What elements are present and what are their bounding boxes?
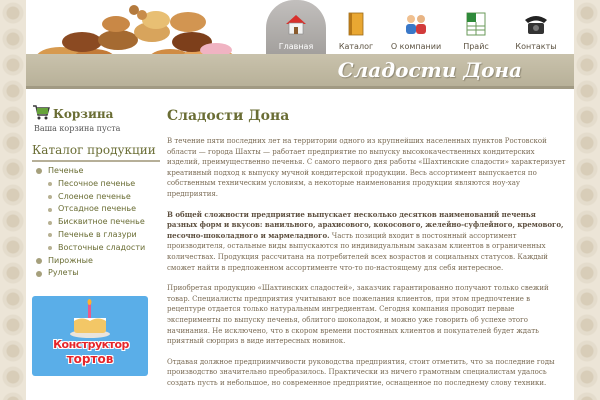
promo-line-1: Конструктор <box>53 338 129 351</box>
background-pattern-left <box>0 0 26 400</box>
paragraph: Приобретая продукцию «Шахтинских сладост… <box>167 284 549 346</box>
cake-constructor-banner[interactable]: Конструктор тортов <box>32 296 148 376</box>
book-icon <box>342 10 370 38</box>
menu-item-puff[interactable]: Слоеное печенье <box>32 191 160 204</box>
nav-label: Каталог <box>338 42 374 51</box>
nav-catalog[interactable]: Каталог <box>326 0 386 54</box>
nav-price[interactable]: Прайс <box>446 0 506 54</box>
cart-title: Корзина <box>53 107 114 121</box>
paragraph: В течение пяти последних лет на территор… <box>167 137 566 198</box>
menu-item-sponge[interactable]: Бисквитное печенье <box>32 216 160 229</box>
menu-item-pastries[interactable]: Пирожные <box>32 255 160 268</box>
nav-label: Прайс <box>463 42 489 51</box>
home-icon <box>282 10 310 38</box>
nav-label: О компании <box>390 42 442 51</box>
header: Главная Каталог О компании Прайс Контакт… <box>26 0 574 92</box>
main-content: Сладости Дона В течение пяти последних л… <box>167 108 567 398</box>
cart-heading[interactable]: Корзина <box>32 104 160 124</box>
nav-label: Главная <box>278 42 314 51</box>
page: Главная Каталог О компании Прайс Контакт… <box>26 0 574 400</box>
menu-item-label: Восточные сладости <box>58 242 146 252</box>
paragraph: Отдавая должное предприимчивости руковод… <box>167 357 555 387</box>
menu-item-rolls[interactable]: Рулеты <box>32 267 160 280</box>
menu-item-label: Бисквитное печенье <box>58 217 145 227</box>
cart-status: Ваша корзина пуста <box>34 124 121 133</box>
bullet-icon <box>36 257 42 264</box>
menu-item-label: Печенье <box>48 166 84 175</box>
bullet-icon <box>48 182 52 187</box>
menu-item-glazed[interactable]: Печенье в глазури <box>32 229 160 242</box>
bullet-icon <box>48 207 52 212</box>
nav-about[interactable]: О компании <box>386 0 446 54</box>
menu-item-oriental[interactable]: Восточные сладости <box>32 242 160 255</box>
sidebar: Корзина Ваша корзина пуста Каталог проду… <box>32 104 160 280</box>
people-icon <box>402 10 430 38</box>
cake-icon <box>70 299 110 338</box>
promo-line-2: тортов <box>66 352 114 366</box>
cart-icon <box>32 104 50 124</box>
nav-home[interactable]: Главная <box>266 0 326 54</box>
menu-item-label: Печенье в глазури <box>58 229 137 239</box>
title-banner: Сладости Дона <box>26 54 574 86</box>
site-title: Сладости Дона <box>337 58 522 82</box>
paragraph: В общей сложности предприятие выпускает … <box>167 210 567 274</box>
background-pattern-right <box>574 0 600 400</box>
bullet-icon <box>48 194 52 199</box>
bullet-icon <box>48 246 52 251</box>
catalog-menu: Печенье Песочное печенье Слоеное печенье… <box>32 165 160 280</box>
bullet-icon <box>48 220 52 225</box>
menu-item-label: Отсадное печенье <box>58 204 137 214</box>
nav-contacts[interactable]: Контакты <box>506 0 566 54</box>
menu-item-label: Слоеное печенье <box>58 191 131 201</box>
menu-item-label: Рулеты <box>48 268 79 278</box>
page-title: Сладости Дона <box>167 108 290 124</box>
top-nav: Главная Каталог О компании Прайс Контакт… <box>266 0 574 54</box>
menu-item-shortbread[interactable]: Песочное печенье <box>32 178 160 191</box>
menu-item-label: Песочное печенье <box>58 178 136 188</box>
bullet-icon <box>48 233 52 238</box>
header-divider <box>26 86 574 89</box>
menu-item-label: Пирожные <box>48 255 93 265</box>
menu-item-cookies[interactable]: Печенье <box>32 165 160 178</box>
bullet-icon <box>36 270 42 277</box>
phone-icon <box>522 10 550 38</box>
spreadsheet-icon <box>462 10 490 38</box>
catalog-title: Каталог продукции <box>32 143 160 162</box>
bullet-icon <box>36 168 42 175</box>
nav-label: Контакты <box>515 42 557 51</box>
menu-item-piped[interactable]: Отсадное печенье <box>32 203 160 216</box>
